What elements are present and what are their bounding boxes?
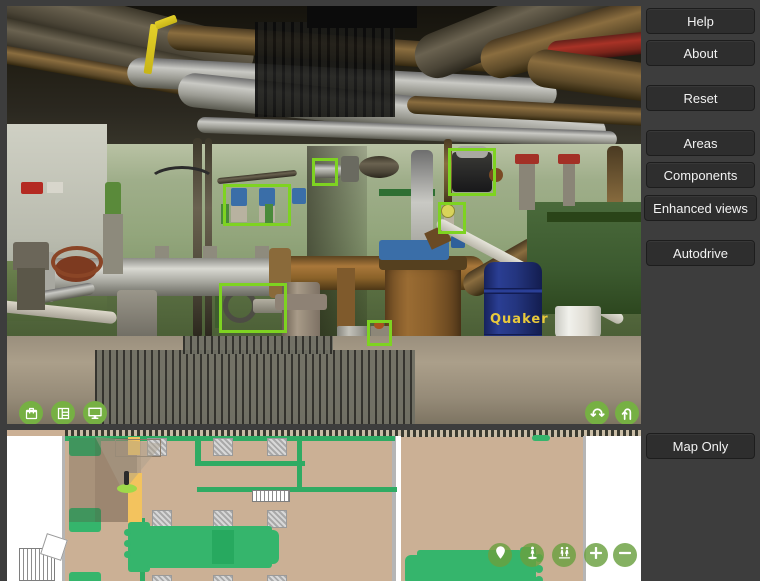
u-turn-icon xyxy=(619,405,636,422)
app-root: Quaker Help About Reset Areas Components… xyxy=(0,0,760,581)
branch-pipe xyxy=(337,268,355,328)
map-scene xyxy=(7,430,641,581)
map-corridor-gap xyxy=(396,436,401,581)
wall-sign xyxy=(21,182,43,194)
map-boiler-nozzle xyxy=(124,540,131,547)
person-pin-icon xyxy=(525,545,540,565)
pipe-coupler xyxy=(341,156,359,182)
photo-scene: Quaker xyxy=(7,6,641,424)
detection-box-motor-unit[interactable] xyxy=(448,148,496,196)
map-column xyxy=(267,575,287,581)
turn-around-icon xyxy=(589,405,606,422)
map-boiler-detail xyxy=(212,530,234,564)
layout-icon xyxy=(56,406,71,421)
map-boiler-detail xyxy=(247,526,267,568)
cabinet-band xyxy=(547,212,641,222)
green-gauge xyxy=(105,182,121,218)
people-icon xyxy=(557,545,572,565)
vertical-pipe xyxy=(205,138,212,338)
left-valve-post xyxy=(103,214,123,274)
toolbox-button[interactable] xyxy=(19,401,43,424)
map-column xyxy=(267,438,287,456)
map-only-button[interactable]: Map Only xyxy=(646,433,755,459)
zoom-in-button[interactable] xyxy=(584,543,608,567)
detection-box-valve-bank[interactable] xyxy=(223,184,291,226)
left-column: Quaker xyxy=(0,0,641,581)
map-boiler-nozzle xyxy=(535,576,543,581)
areas-button[interactable]: Areas xyxy=(646,130,755,156)
ceiling-beam xyxy=(307,6,417,28)
zoom-out-button[interactable] xyxy=(613,543,637,567)
white-bucket xyxy=(555,306,601,340)
pipe-flange xyxy=(359,156,399,178)
photo-viewer-panel[interactable]: Quaker xyxy=(7,6,641,424)
map-avatar-highlight xyxy=(117,484,137,493)
map-column xyxy=(213,575,233,581)
map-column xyxy=(152,575,172,581)
map-column xyxy=(213,438,233,456)
red-handle xyxy=(515,154,539,164)
floor-grating xyxy=(183,336,333,354)
map-wall-stub xyxy=(532,435,550,441)
reset-button[interactable]: Reset xyxy=(646,85,755,111)
map-boiler-nozzle xyxy=(124,529,131,536)
map-equipment xyxy=(69,572,101,581)
drum-brand-label: Quaker xyxy=(490,312,549,327)
people-button[interactable] xyxy=(552,543,576,567)
sidebar: Help About Reset Areas Components Enhanc… xyxy=(641,0,760,581)
enhanced-views-button[interactable]: Enhanced views xyxy=(644,195,757,221)
map-avatar[interactable] xyxy=(124,471,129,485)
map-boiler-nose xyxy=(269,530,279,564)
hose xyxy=(147,166,217,200)
floor-grating xyxy=(95,350,415,424)
map-boiler-right-end xyxy=(405,555,419,581)
monitor-button[interactable] xyxy=(83,401,107,424)
detection-box-upper-pipe[interactable] xyxy=(312,158,338,186)
layout-button[interactable] xyxy=(51,401,75,424)
detection-box-gauge[interactable] xyxy=(438,202,466,234)
about-button[interactable]: About xyxy=(646,40,755,66)
hose-coil xyxy=(51,246,103,278)
components-button[interactable]: Components xyxy=(646,162,755,188)
bucket-left xyxy=(13,242,49,270)
map-pin-button[interactable] xyxy=(488,543,512,567)
blue-valve xyxy=(292,188,306,204)
map-pin-icon xyxy=(493,545,508,565)
turn-around-button[interactable] xyxy=(585,401,609,424)
autodrive-button[interactable]: Autodrive xyxy=(646,240,755,266)
cabinet-post xyxy=(519,160,535,210)
u-turn-button[interactable] xyxy=(615,401,639,424)
map-panel[interactable] xyxy=(7,430,641,581)
wall-sign xyxy=(47,182,63,193)
monitor-icon xyxy=(87,405,103,421)
detection-box-small-valve[interactable] xyxy=(367,320,392,346)
plus-icon xyxy=(588,545,604,566)
detection-box-hand-wheel[interactable] xyxy=(219,283,287,333)
map-wall-seg xyxy=(297,439,302,491)
red-handle xyxy=(558,154,580,164)
ceiling-conduits xyxy=(255,22,395,117)
map-boiler-nozzle xyxy=(124,551,131,558)
stand-left xyxy=(17,268,45,310)
minus-icon xyxy=(617,545,633,566)
person-pin-button[interactable] xyxy=(520,543,544,567)
map-stairs-small xyxy=(252,490,290,502)
toolbox-icon xyxy=(24,406,39,421)
help-button[interactable]: Help xyxy=(646,8,755,34)
map-wall-seg xyxy=(195,461,305,466)
map-exterior-wall-line xyxy=(62,436,65,581)
